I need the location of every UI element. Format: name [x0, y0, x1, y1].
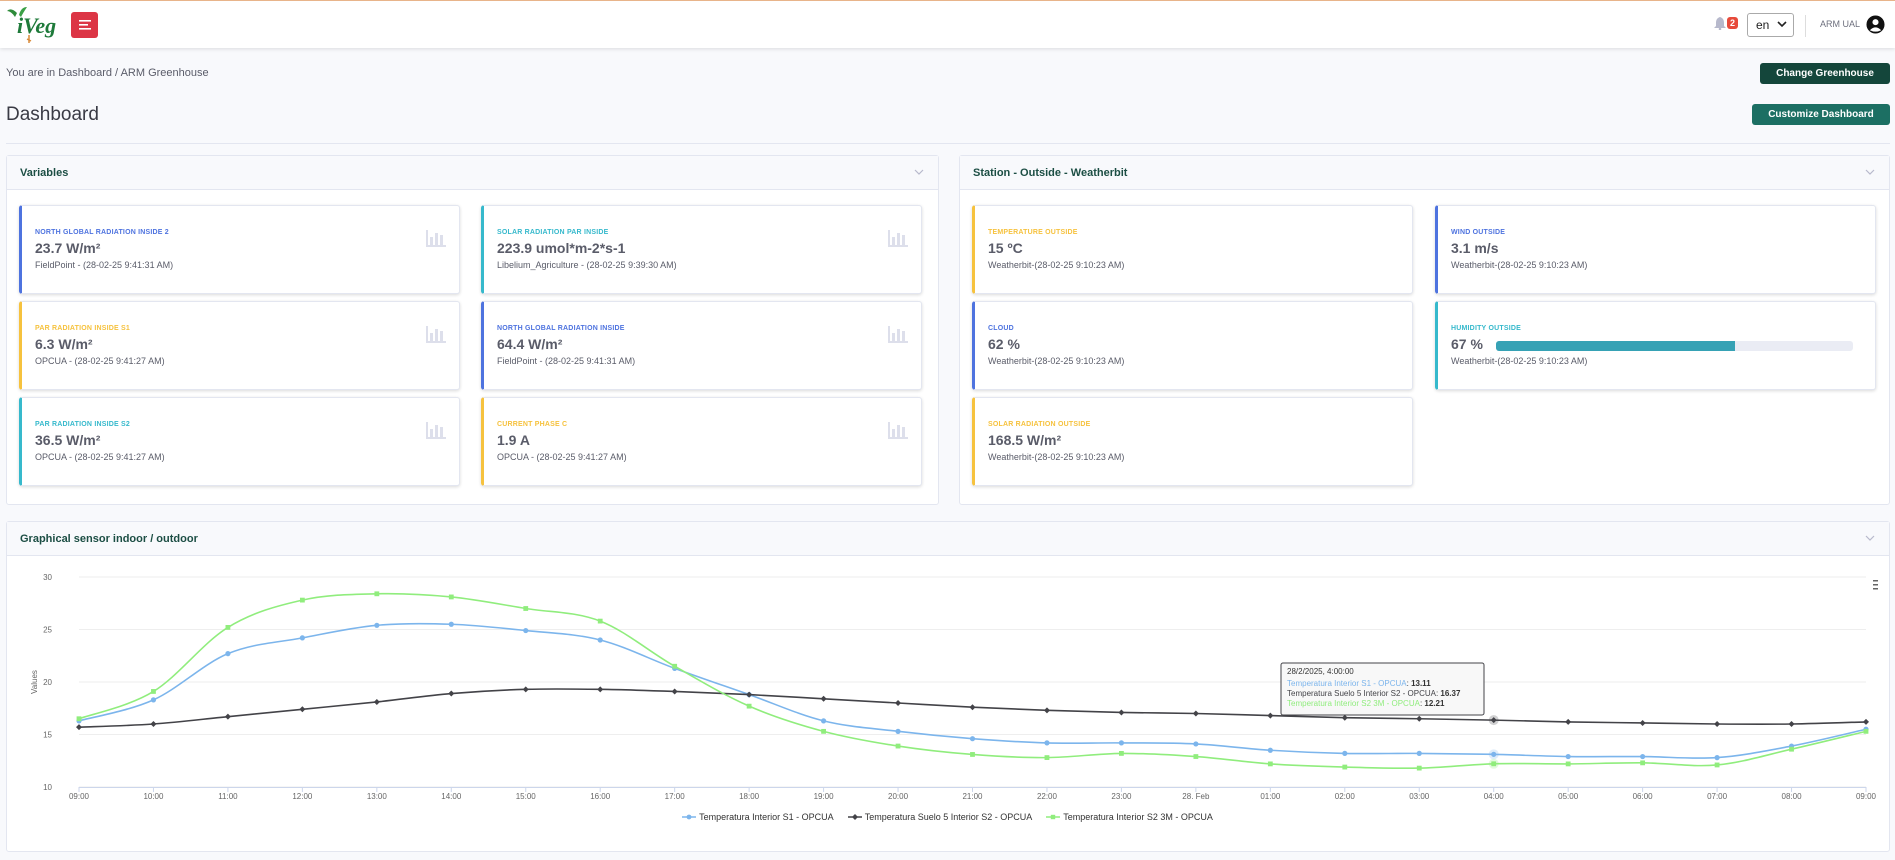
page-title: Dashboard	[6, 104, 99, 125]
variable-card-value: 168.5 W/m²	[988, 432, 1062, 448]
bar-chart-icon[interactable]	[888, 326, 908, 343]
variable-card-source: OPCUA - (28-02-25 9:41:27 AM)	[35, 356, 165, 366]
variable-card-value: 36.5 W/m²	[35, 432, 101, 448]
bell-icon[interactable]	[1714, 17, 1726, 30]
notification-count-badge: 2	[1727, 17, 1739, 29]
variable-card-source: Weatherbit-(28-02-25 9:10:23 AM)	[988, 260, 1125, 270]
variable-card-value: 3.1 m/s	[1451, 240, 1499, 256]
bar-chart-icon[interactable]	[888, 422, 908, 439]
legend-label: Temperatura Interior S1 - OPCUA	[699, 812, 834, 822]
legend-item[interactable]: Temperatura Interior S2 3M - OPCUA	[1046, 812, 1213, 822]
variable-card-value: 223.9 umol*m-2*s-1	[497, 240, 626, 256]
station-panel-header[interactable]: Station - Outside - Weatherbit	[960, 156, 1889, 190]
variable-card-label: NORTH GLOBAL RADIATION INSIDE 2	[35, 229, 169, 236]
legend-label: Temperatura Interior S2 3M - OPCUA	[1063, 812, 1213, 822]
bar-chart-icon[interactable]	[426, 422, 446, 439]
header-divider	[6, 143, 1890, 144]
station-panel: Station - Outside - Weatherbit TEMPERATU…	[959, 155, 1890, 505]
variable-card[interactable]: TEMPERATURE OUTSIDE 15 ºC Weatherbit-(28-0…	[972, 205, 1413, 294]
bar-chart-icon[interactable]	[426, 230, 446, 247]
variable-card-value: 23.7 W/m²	[35, 240, 101, 256]
collapse-chevron-icon[interactable]	[1865, 167, 1875, 177]
variable-card-source: FieldPoint - (28-02-25 9:41:31 AM)	[497, 356, 636, 366]
variables-panel-header[interactable]: Variables	[7, 156, 938, 190]
variable-card-label: SOLAR RADIATION PAR INSIDE	[497, 229, 609, 236]
top-navbar: iVeg 2 en ARM UAL	[0, 0, 1895, 48]
collapse-chevron-icon[interactable]	[1865, 533, 1875, 543]
svg-text:iVeg: iVeg	[17, 13, 56, 38]
variable-card-source: FieldPoint - (28-02-25 9:41:31 AM)	[35, 260, 174, 270]
variable-card-source: OPCUA - (28-02-25 9:41:27 AM)	[497, 452, 627, 462]
language-selected-value: en	[1756, 18, 1770, 32]
variable-card-label: PAR RADIATION INSIDE S2	[35, 421, 130, 428]
iveg-logo[interactable]: iVeg	[7, 5, 57, 45]
variable-card-label: SOLAR RADIATION OUTSIDE	[988, 421, 1091, 428]
variables-panel: Variables NORTH GLOBAL RADIATION INSIDE …	[6, 155, 939, 505]
variable-card[interactable]: CURRENT PHASE C 1.9 A OPCUA - (28-02-25 9:…	[481, 397, 922, 486]
variable-card-source: Weatherbit-(28-02-25 9:10:23 AM)	[1451, 260, 1588, 270]
variable-card-value: 15 ºC	[988, 240, 1023, 256]
variable-card-source: Weatherbit-(28-02-25 9:10:23 AM)	[988, 356, 1125, 366]
variable-card-label: HUMIDITY OUTSIDE	[1451, 325, 1521, 332]
variable-card-value: 6.3 W/m²	[35, 336, 93, 352]
variable-card-value: 64.4 W/m²	[497, 336, 563, 352]
variable-card-value: 62 %	[988, 336, 1020, 352]
sidebar-toggle-button[interactable]	[71, 12, 98, 38]
legend-swatch	[682, 814, 697, 820]
variable-card-label: WIND OUTSIDE	[1451, 229, 1506, 236]
variable-card[interactable]: CLOUD 62 % Weatherbit-(28-02-25 9:10:23 AM…	[972, 301, 1413, 390]
variable-card-source: Libelium_Agriculture - (28-02-25 9:39:30…	[497, 260, 677, 270]
variable-card-label: NORTH GLOBAL RADIATION INSIDE	[497, 325, 625, 332]
variable-card-label: CLOUD	[988, 325, 1014, 332]
variable-card[interactable]: PAR RADIATION INSIDE S1 6.3 W/m² OPCUA - (…	[19, 301, 460, 390]
collapse-chevron-icon[interactable]	[914, 167, 924, 177]
chart-legend: Temperatura Interior S1 - OPCUA Temperatu…	[0, 812, 1895, 822]
legend-item[interactable]: Temperatura Interior S1 - OPCUA	[682, 812, 834, 822]
variable-card[interactable]: SOLAR RADIATION PAR INSIDE 223.9 umol*m-2…	[481, 205, 922, 294]
variable-card[interactable]: WIND OUTSIDE 3.1 m/s Weatherbit-(28-02-25 …	[1435, 205, 1876, 294]
menu-icon	[78, 20, 91, 30]
variable-card-source: OPCUA - (28-02-25 9:41:27 AM)	[35, 452, 165, 462]
variable-card[interactable]: HUMIDITY OUTSIDE 67 % Weatherbit-(28-02-25…	[1435, 301, 1876, 390]
bar-chart-icon[interactable]	[888, 230, 908, 247]
graph-panel: Graphical sensor indoor / outdoor	[6, 521, 1890, 852]
language-select[interactable]: en	[1747, 13, 1794, 37]
graph-panel-title: Graphical sensor indoor / outdoor	[20, 533, 198, 545]
variable-card[interactable]: PAR RADIATION INSIDE S2 36.5 W/m² OPCUA - …	[19, 397, 460, 486]
breadcrumb: You are in Dashboard / ARM Greenhouse	[6, 67, 209, 79]
change-greenhouse-button[interactable]: Change Greenhouse	[1760, 63, 1890, 84]
legend-swatch	[847, 814, 862, 820]
variable-card-label: CURRENT PHASE C	[497, 421, 568, 428]
graph-panel-header[interactable]: Graphical sensor indoor / outdoor	[7, 522, 1889, 556]
variable-card-label: PAR RADIATION INSIDE S1	[35, 325, 130, 332]
legend-swatch	[1046, 814, 1061, 820]
station-panel-title: Station - Outside - Weatherbit	[973, 167, 1128, 179]
bar-chart-icon[interactable]	[426, 326, 446, 343]
variable-card-source: Weatherbit-(28-02-25 9:10:23 AM)	[988, 452, 1125, 462]
variable-card-label: TEMPERATURE OUTSIDE	[988, 229, 1078, 236]
variable-card[interactable]: SOLAR RADIATION OUTSIDE 168.5 W/m² Weather…	[972, 397, 1413, 486]
progress-fill	[1496, 341, 1736, 351]
topbar-divider	[1805, 15, 1806, 37]
variable-card-value: 1.9 A	[497, 432, 530, 448]
legend-label: Temperatura Suelo 5 Interior S2 - OPCUA	[864, 812, 1033, 822]
variable-card[interactable]: NORTH GLOBAL RADIATION INSIDE 2 23.7 W/m²…	[19, 205, 460, 294]
chevron-down-icon	[1777, 21, 1787, 28]
humidity-progress-bar	[1496, 341, 1853, 351]
user-name[interactable]: ARM UAL	[1820, 19, 1860, 29]
legend-item[interactable]: Temperatura Suelo 5 Interior S2 - OPCUA	[847, 812, 1033, 822]
variable-card-value: 67 %	[1451, 336, 1483, 352]
variable-card[interactable]: NORTH GLOBAL RADIATION INSIDE 64.4 W/m² Fi…	[481, 301, 922, 390]
variable-card-source: Weatherbit-(28-02-25 9:10:23 AM)	[1451, 356, 1588, 366]
customize-dashboard-button[interactable]: Customize Dashboard	[1752, 104, 1890, 125]
variables-panel-title: Variables	[20, 167, 69, 179]
user-avatar-icon[interactable]	[1866, 15, 1885, 34]
